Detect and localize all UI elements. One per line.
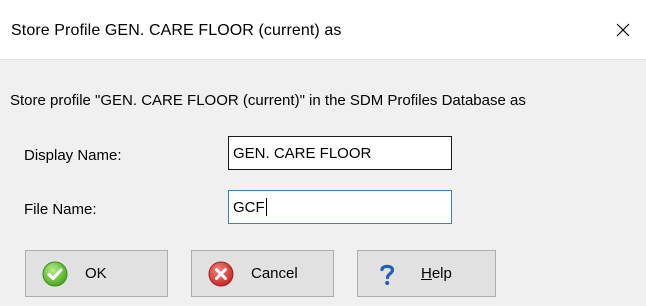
check-circle-icon [42,261,68,287]
file-name-value: GCF [233,198,265,216]
file-name-label: File Name: [24,201,97,218]
question-mark-icon [380,264,395,285]
cancel-button[interactable]: Cancel [191,250,334,297]
cancel-circle-icon [208,261,234,287]
display-name-label: Display Name: [24,147,122,164]
display-name-field[interactable]: GEN. CARE FLOOR [228,136,452,170]
dialog-message: Store profile "GEN. CARE FLOOR (current)… [10,92,526,109]
file-name-field[interactable]: GCF [228,190,452,224]
close-icon [616,23,630,37]
help-button[interactable]: Help [357,250,496,297]
cancel-label: Cancel [251,265,298,282]
ok-label: OK [85,265,107,282]
display-name-value: GEN. CARE FLOOR [233,144,372,162]
help-label: Help [421,265,452,282]
text-caret [265,198,267,216]
window-title: Store Profile GEN. CARE FLOOR (current) … [11,22,342,39]
ok-button[interactable]: OK [25,250,168,297]
close-button[interactable] [600,0,646,60]
title-bar: Store Profile GEN. CARE FLOOR (current) … [0,0,646,60]
